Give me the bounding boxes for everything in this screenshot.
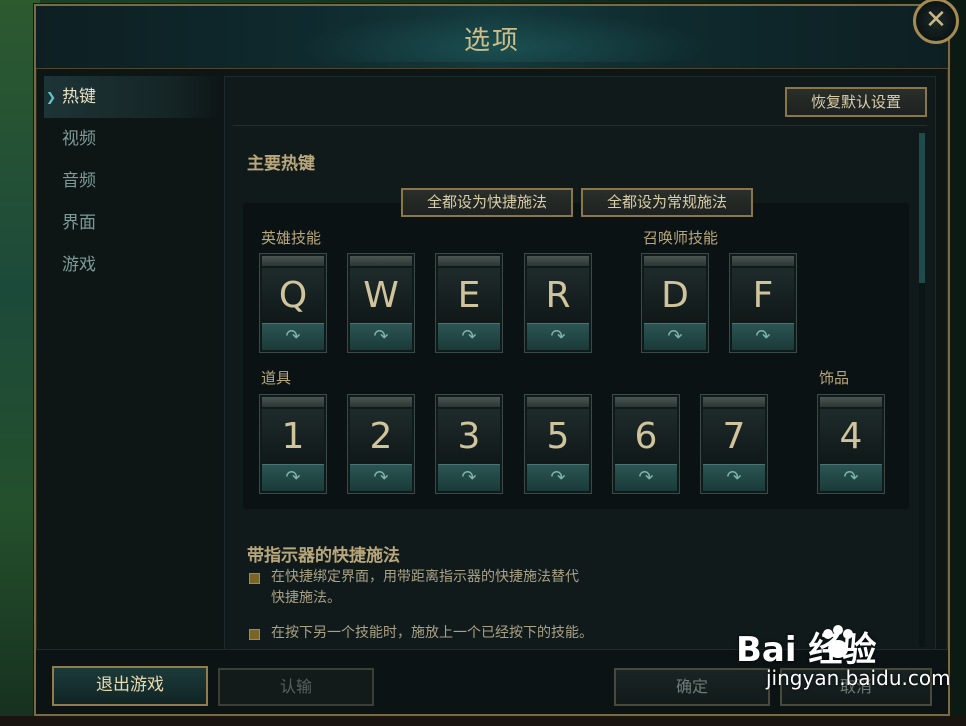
quick-cast-arrow-icon[interactable]: ↷ — [262, 323, 324, 350]
watermark-url: jingyan.baidu.com — [766, 666, 951, 690]
key-label: 4 — [820, 409, 882, 463]
champion-abilities-label: 英雄技能 — [261, 229, 322, 247]
key-label: 7 — [703, 409, 765, 463]
set-all-quick-cast-button[interactable]: 全都设为快捷施法 — [401, 188, 573, 217]
hotkey-d[interactable]: D ↷ — [641, 253, 709, 353]
hotkey-item-7[interactable]: 7 ↷ — [700, 394, 768, 494]
option-checkbox[interactable] — [249, 573, 260, 584]
key-label: D — [644, 268, 706, 322]
key-label: E — [438, 268, 500, 322]
key-label: 5 — [527, 409, 589, 463]
sidebar-item-label: 游戏 — [62, 255, 96, 275]
hotkey-f[interactable]: F ↷ — [729, 253, 797, 353]
quick-cast-arrow-icon[interactable]: ↷ — [262, 464, 324, 491]
quick-cast-arrow-icon[interactable]: ↷ — [644, 323, 706, 350]
sidebar-item-label: 界面 — [62, 213, 96, 233]
key-label: 1 — [262, 409, 324, 463]
key-label: F — [732, 268, 794, 322]
quick-cast-arrow-icon[interactable]: ↷ — [438, 464, 500, 491]
key-label: W — [350, 268, 412, 322]
set-all-normal-cast-button[interactable]: 全都设为常规施法 — [581, 188, 753, 217]
options-window: 选项 ❯ 热键 视频 音频 界面 游戏 恢复默认设置 主要热键 英雄技能 召唤师… — [34, 4, 950, 716]
hotkey-item-6[interactable]: 6 ↷ — [612, 394, 680, 494]
quick-cast-arrow-icon[interactable]: ↷ — [615, 464, 677, 491]
trinket-label: 饰品 — [819, 369, 850, 387]
sidebar-item-audio[interactable]: 音频 — [44, 160, 224, 202]
key-label: 6 — [615, 409, 677, 463]
hotkey-item-2[interactable]: 2 ↷ — [347, 394, 415, 494]
exit-game-button[interactable]: 退出游戏 — [52, 666, 208, 706]
hotkey-e[interactable]: E ↷ — [435, 253, 503, 353]
sidebar-item-game[interactable]: 游戏 — [44, 244, 224, 286]
sidebar-item-video[interactable]: 视频 — [44, 118, 224, 160]
window-title: 选项 — [463, 26, 520, 56]
summoner-spells-label: 召唤师技能 — [643, 229, 719, 247]
sidebar-item-label: 音频 — [62, 171, 96, 191]
baidu-watermark: Bai 经验 jingyan.baidu.com — [736, 622, 951, 702]
hotkey-q[interactable]: Q ↷ — [259, 253, 327, 353]
quick-cast-arrow-icon[interactable]: ↷ — [820, 464, 882, 491]
hotkey-item-1[interactable]: 1 ↷ — [259, 394, 327, 494]
paw-icon — [823, 625, 853, 658]
restore-defaults-button[interactable]: 恢复默认设置 — [785, 87, 927, 117]
quick-cast-arrow-icon[interactable]: ↷ — [527, 323, 589, 350]
key-label: Q — [262, 268, 324, 322]
options-sidebar: ❯ 热键 视频 音频 界面 游戏 — [44, 76, 224, 286]
items-label: 道具 — [261, 369, 292, 387]
main-hotkeys-title: 主要热键 — [247, 154, 315, 174]
quick-cast-arrow-icon[interactable]: ↷ — [438, 323, 500, 350]
sidebar-item-interface[interactable]: 界面 — [44, 202, 224, 244]
quick-cast-arrow-icon[interactable]: ↷ — [703, 464, 765, 491]
title-bar: 选项 — [36, 6, 948, 69]
hotkey-trinket-4[interactable]: 4 ↷ — [817, 394, 885, 494]
indicator-quick-cast-title: 带指示器的快捷施法 — [247, 546, 400, 566]
option-checkbox[interactable] — [249, 629, 260, 640]
quick-cast-arrow-icon[interactable]: ↷ — [350, 323, 412, 350]
hotkey-item-3[interactable]: 3 ↷ — [435, 394, 503, 494]
background-bottom — [0, 716, 966, 726]
hotkey-r[interactable]: R ↷ — [524, 253, 592, 353]
option-label-continued: 快捷施法。 — [271, 590, 341, 606]
sidebar-item-label: 视频 — [62, 129, 96, 149]
chevron-right-icon: ❯ — [46, 90, 57, 104]
sidebar-item-hotkeys[interactable]: ❯ 热键 — [44, 76, 224, 118]
option-label: 在快捷绑定界面，用带距离指示器的快捷施法替代 — [271, 569, 579, 585]
key-label: 3 — [438, 409, 500, 463]
quick-cast-arrow-icon[interactable]: ↷ — [732, 323, 794, 350]
quick-cast-arrow-icon[interactable]: ↷ — [527, 464, 589, 491]
surrender-button[interactable]: 认输 — [218, 668, 374, 706]
quick-cast-arrow-icon[interactable]: ↷ — [350, 464, 412, 491]
option-label: 在按下另一个技能时，施放上一个已经按下的技能。 — [271, 625, 593, 641]
hotkeys-grid: 英雄技能 召唤师技能 Q ↷ W ↷ E ↷ R ↷ D ↷ F ↷ 道具 饰品… — [243, 203, 909, 509]
scrollbar-thumb[interactable] — [919, 133, 925, 283]
key-label: R — [527, 268, 589, 322]
sidebar-item-label: 热键 — [62, 87, 96, 107]
hotkeys-panel: 恢复默认设置 主要热键 英雄技能 召唤师技能 Q ↷ W ↷ E ↷ R ↷ D… — [224, 76, 936, 654]
hotkey-w[interactable]: W ↷ — [347, 253, 415, 353]
hotkey-item-5[interactable]: 5 ↷ — [524, 394, 592, 494]
divider — [233, 125, 927, 126]
key-label: 2 — [350, 409, 412, 463]
